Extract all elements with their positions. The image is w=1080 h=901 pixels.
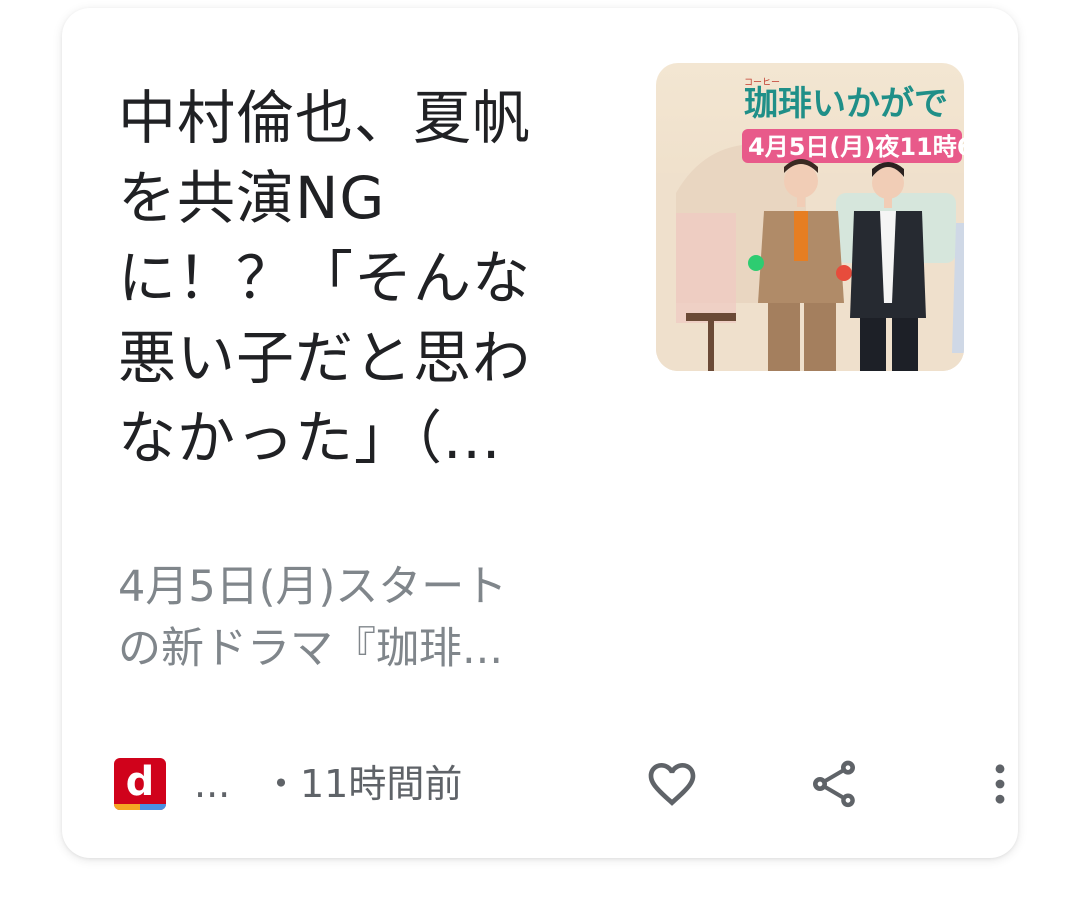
thumbnail-date-text: 4月5日(月)夜11時6 <box>748 133 964 161</box>
headline-line: 中村倫也、夏帆 <box>118 84 532 152</box>
like-button[interactable] <box>636 748 708 820</box>
headline-line: に！？「そんな <box>118 244 532 312</box>
article-thumbnail[interactable]: コーヒー 珈琲いかがで 4月5日(月)夜11時6 <box>656 63 964 371</box>
share-icon <box>813 760 855 808</box>
more-options-button[interactable] <box>964 748 1018 820</box>
article-snippet: 4月5日(月)スタート の新ドラマ『珈琲... <box>118 556 618 680</box>
snippet-line: の新ドラマ『珈琲... <box>118 624 504 674</box>
news-card[interactable]: 中村倫也、夏帆 を共演NG に！？「そんな 悪い子だと思わ なかった」（... … <box>62 8 1018 858</box>
heart-outline-icon <box>648 763 696 806</box>
source-logo: d <box>114 758 166 810</box>
snippet-line: 4月5日(月)スタート <box>118 562 508 612</box>
source-logo-letter: d <box>125 759 155 805</box>
source-name[interactable]: ... <box>194 762 230 806</box>
article-footer: d ... ・11時間前 <box>114 748 1005 828</box>
thumbnail-title-text: 珈琲いかがで <box>744 84 948 124</box>
source-logo-stripe <box>114 804 166 810</box>
share-button[interactable] <box>798 748 870 820</box>
thumbnail-image: コーヒー 珈琲いかがで 4月5日(月)夜11時6 <box>656 63 964 371</box>
publish-time: ・11時間前 <box>262 762 463 806</box>
headline-line: 悪い子だと思わ <box>118 324 532 392</box>
headline-line: なかった」（... <box>118 404 502 472</box>
more-vert-icon <box>995 764 1005 804</box>
article-headline[interactable]: 中村倫也、夏帆 を共演NG に！？「そんな 悪い子だと思わ なかった」（... <box>118 78 618 478</box>
headline-line: を共演NG <box>118 164 386 232</box>
